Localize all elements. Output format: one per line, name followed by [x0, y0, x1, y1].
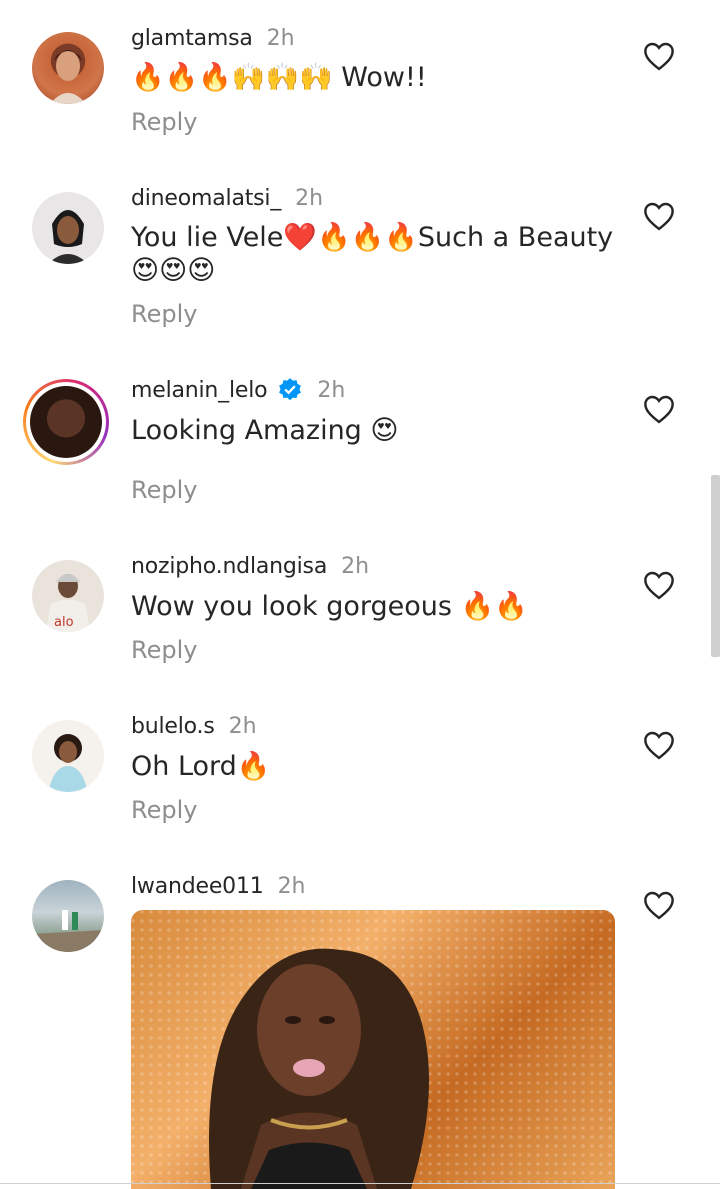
avatar[interactable] [32, 720, 104, 792]
avatar[interactable] [32, 880, 104, 952]
comment-username[interactable]: melanin_lelo [131, 378, 268, 403]
comment-time: 2h [341, 553, 370, 579]
comment-time: 2h [295, 185, 324, 211]
comment-item: glamtamsa 2h 🔥🔥🔥🙌🙌🙌 Wow!! Reply [0, 22, 720, 142]
comment-text: Wow you look gorgeous 🔥🔥 [131, 591, 528, 622]
comment-time: 2h [317, 377, 346, 403]
reply-button[interactable]: Reply [131, 476, 197, 504]
comment-username[interactable]: nozipho.ndlangisa [131, 554, 327, 579]
heart-outline-icon[interactable] [642, 570, 676, 600]
heart-outline-icon[interactable] [642, 730, 676, 760]
comment-text-line: 😍😍😍 [131, 255, 216, 286]
reply-button[interactable]: Reply [131, 636, 197, 664]
avatar-image: alo [46, 574, 90, 632]
comment-text: Oh Lord🔥 [131, 751, 271, 782]
comment-username[interactable]: dineomalatsi_ [131, 186, 281, 211]
comment-text: 🔥🔥🔥🙌🙌🙌 Wow!! [131, 62, 427, 93]
comment-item: melanin_lelo 2h Looking Amazing 😍 Reply [0, 374, 720, 514]
comment-time: 2h [266, 25, 295, 51]
verified-badge-icon [279, 378, 302, 401]
avatar-image [50, 50, 86, 104]
comment-item: dineomalatsi_ 2h You lie Vele❤️🔥🔥🔥Such a… [0, 182, 720, 332]
comment-time: 2h [228, 713, 257, 739]
comment-item: alo nozipho.ndlangisa 2h Wow you look go… [0, 550, 720, 670]
comment-attached-image[interactable] [131, 910, 615, 1189]
heart-outline-icon[interactable] [642, 394, 676, 424]
avatar-image [32, 910, 104, 952]
heart-outline-icon[interactable] [642, 890, 676, 920]
reply-button[interactable]: Reply [131, 796, 197, 824]
avatar-inner [26, 382, 106, 462]
heart-outline-icon[interactable] [642, 201, 676, 231]
comment-time: 2h [277, 873, 306, 899]
comment-text: Looking Amazing 😍 [131, 415, 399, 446]
reply-button[interactable]: Reply [131, 300, 197, 328]
avatar[interactable] [32, 32, 104, 104]
avatar[interactable] [32, 192, 104, 264]
comment-username[interactable]: bulelo.s [131, 714, 215, 739]
avatar-image [30, 386, 102, 458]
comment-item: bulelo.s 2h Oh Lord🔥 Reply [0, 710, 720, 830]
comment-text-line: You lie Vele❤️🔥🔥🔥Such a Beauty [131, 222, 614, 253]
divider [0, 1183, 720, 1184]
avatar-image [48, 734, 88, 792]
comment-username[interactable]: lwandee011 [131, 874, 264, 899]
avatar-image [48, 210, 88, 264]
avatar[interactable]: alo [32, 560, 104, 632]
heart-outline-icon[interactable] [642, 41, 676, 71]
avatar-story-ring[interactable] [23, 379, 109, 465]
attached-photo [209, 948, 429, 1189]
svg-text:alo: alo [54, 615, 74, 630]
scrollbar[interactable] [711, 475, 720, 657]
reply-button[interactable]: Reply [131, 108, 197, 136]
comment-username[interactable]: glamtamsa [131, 26, 253, 51]
